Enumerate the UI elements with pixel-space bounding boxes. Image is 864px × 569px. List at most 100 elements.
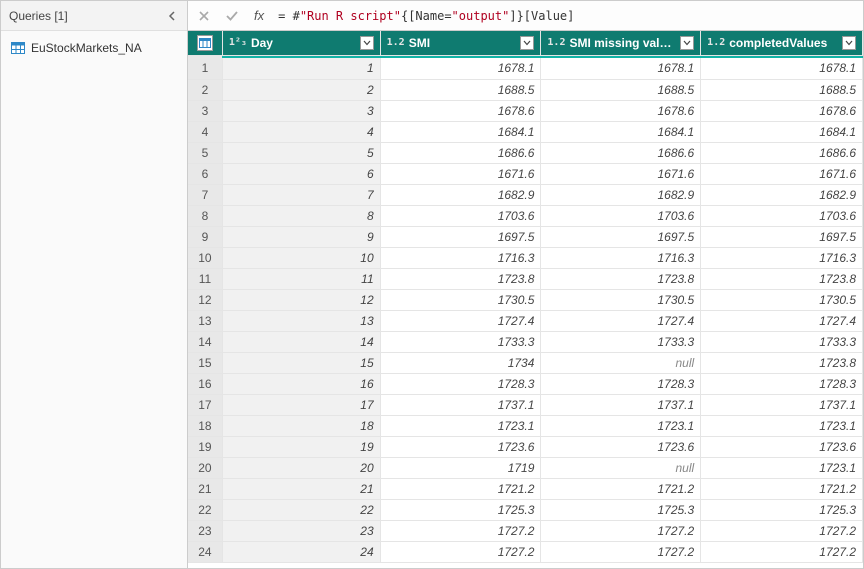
row-number[interactable]: 16 [188, 373, 222, 394]
table-menu-button[interactable] [197, 35, 213, 51]
cell-completed[interactable]: 1697.5 [701, 226, 863, 247]
cell-completed[interactable]: 1723.1 [701, 415, 863, 436]
cell-day[interactable]: 16 [222, 373, 380, 394]
row-number[interactable]: 20 [188, 457, 222, 478]
cell-day[interactable]: 19 [222, 436, 380, 457]
table-row[interactable]: 551686.61686.61686.6 [188, 142, 863, 163]
cell-smi[interactable]: 1734 [380, 352, 541, 373]
cell-completed[interactable]: 1723.6 [701, 436, 863, 457]
row-number[interactable]: 13 [188, 310, 222, 331]
filter-dropdown-day[interactable] [360, 36, 374, 50]
cell-day[interactable]: 15 [222, 352, 380, 373]
table-row[interactable]: 13131727.41727.41727.4 [188, 310, 863, 331]
cell-completed[interactable]: 1684.1 [701, 121, 863, 142]
row-number[interactable]: 23 [188, 520, 222, 541]
table-row[interactable]: 991697.51697.51697.5 [188, 226, 863, 247]
cell-day[interactable]: 23 [222, 520, 380, 541]
row-number[interactable]: 15 [188, 352, 222, 373]
cell-smi-missing[interactable]: 1688.5 [541, 79, 701, 100]
table-row[interactable]: 12121730.51730.51730.5 [188, 289, 863, 310]
cell-smi[interactable]: 1725.3 [380, 499, 541, 520]
row-number[interactable]: 7 [188, 184, 222, 205]
row-number[interactable]: 2 [188, 79, 222, 100]
row-number[interactable]: 22 [188, 499, 222, 520]
table-row[interactable]: 10101716.31716.31716.3 [188, 247, 863, 268]
cell-day[interactable]: 2 [222, 79, 380, 100]
filter-dropdown-smi-missing[interactable] [680, 36, 694, 50]
cell-smi[interactable]: 1697.5 [380, 226, 541, 247]
filter-dropdown-smi[interactable] [520, 36, 534, 50]
row-number[interactable]: 21 [188, 478, 222, 499]
cell-smi-missing[interactable]: 1721.2 [541, 478, 701, 499]
cell-smi-missing[interactable]: 1730.5 [541, 289, 701, 310]
cell-smi-missing[interactable]: 1678.1 [541, 58, 701, 79]
table-row[interactable]: 14141733.31733.31733.3 [188, 331, 863, 352]
cell-smi[interactable]: 1682.9 [380, 184, 541, 205]
row-number[interactable]: 24 [188, 541, 222, 562]
row-number[interactable]: 17 [188, 394, 222, 415]
table-row[interactable]: 441684.11684.11684.1 [188, 121, 863, 142]
cell-smi[interactable]: 1730.5 [380, 289, 541, 310]
cell-smi-missing[interactable]: 1703.6 [541, 205, 701, 226]
table-row[interactable]: 771682.91682.91682.9 [188, 184, 863, 205]
cell-day[interactable]: 17 [222, 394, 380, 415]
table-row[interactable]: 111678.11678.11678.1 [188, 58, 863, 79]
cell-completed[interactable]: 1733.3 [701, 331, 863, 352]
cell-day[interactable]: 18 [222, 415, 380, 436]
cell-smi-missing[interactable]: 1684.1 [541, 121, 701, 142]
cell-day[interactable]: 5 [222, 142, 380, 163]
table-row[interactable]: 22221725.31725.31725.3 [188, 499, 863, 520]
cell-smi-missing[interactable]: 1727.2 [541, 520, 701, 541]
cell-smi[interactable]: 1723.6 [380, 436, 541, 457]
cell-smi-missing[interactable]: 1723.8 [541, 268, 701, 289]
table-row[interactable]: 331678.61678.61678.6 [188, 100, 863, 121]
row-number[interactable]: 5 [188, 142, 222, 163]
cell-completed[interactable]: 1703.6 [701, 205, 863, 226]
row-number[interactable]: 8 [188, 205, 222, 226]
cell-day[interactable]: 13 [222, 310, 380, 331]
cell-completed[interactable]: 1727.4 [701, 310, 863, 331]
cell-smi-missing[interactable]: null [541, 457, 701, 478]
row-number[interactable]: 14 [188, 331, 222, 352]
cell-smi-missing[interactable]: 1671.6 [541, 163, 701, 184]
cell-smi-missing[interactable]: null [541, 352, 701, 373]
cell-smi[interactable]: 1721.2 [380, 478, 541, 499]
cell-smi[interactable]: 1678.6 [380, 100, 541, 121]
cell-smi[interactable]: 1733.3 [380, 331, 541, 352]
cell-smi-missing[interactable]: 1728.3 [541, 373, 701, 394]
cell-day[interactable]: 1 [222, 58, 380, 79]
cell-completed[interactable]: 1727.2 [701, 520, 863, 541]
cell-smi-missing[interactable]: 1716.3 [541, 247, 701, 268]
cell-smi[interactable]: 1728.3 [380, 373, 541, 394]
cell-smi[interactable]: 1727.4 [380, 310, 541, 331]
table-row[interactable]: 16161728.31728.31728.3 [188, 373, 863, 394]
cell-day[interactable]: 8 [222, 205, 380, 226]
formula-input[interactable]: = #"Run R script"{[Name="output"]}[Value… [274, 9, 859, 23]
cell-smi[interactable]: 1671.6 [380, 163, 541, 184]
cell-smi-missing[interactable]: 1682.9 [541, 184, 701, 205]
cell-day[interactable]: 6 [222, 163, 380, 184]
cell-smi[interactable]: 1727.2 [380, 520, 541, 541]
cell-smi[interactable]: 1703.6 [380, 205, 541, 226]
cell-completed[interactable]: 1682.9 [701, 184, 863, 205]
cell-completed[interactable]: 1723.1 [701, 457, 863, 478]
cell-smi[interactable]: 1719 [380, 457, 541, 478]
row-number[interactable]: 12 [188, 289, 222, 310]
cell-smi-missing[interactable]: 1723.1 [541, 415, 701, 436]
table-row[interactable]: 23231727.21727.21727.2 [188, 520, 863, 541]
collapse-sidebar-icon[interactable] [165, 9, 179, 23]
cell-smi[interactable]: 1688.5 [380, 79, 541, 100]
cell-smi[interactable]: 1686.6 [380, 142, 541, 163]
cell-completed[interactable]: 1727.2 [701, 541, 863, 562]
cell-day[interactable]: 21 [222, 478, 380, 499]
cell-smi[interactable]: 1727.2 [380, 541, 541, 562]
cell-smi-missing[interactable]: 1697.5 [541, 226, 701, 247]
row-number[interactable]: 3 [188, 100, 222, 121]
row-number[interactable]: 6 [188, 163, 222, 184]
cell-day[interactable]: 22 [222, 499, 380, 520]
cell-completed[interactable]: 1728.3 [701, 373, 863, 394]
commit-formula-button[interactable] [220, 5, 244, 27]
cell-day[interactable]: 24 [222, 541, 380, 562]
cell-day[interactable]: 3 [222, 100, 380, 121]
data-grid-wrap[interactable]: 1²₃ Day 1.2 SMI [188, 31, 863, 568]
